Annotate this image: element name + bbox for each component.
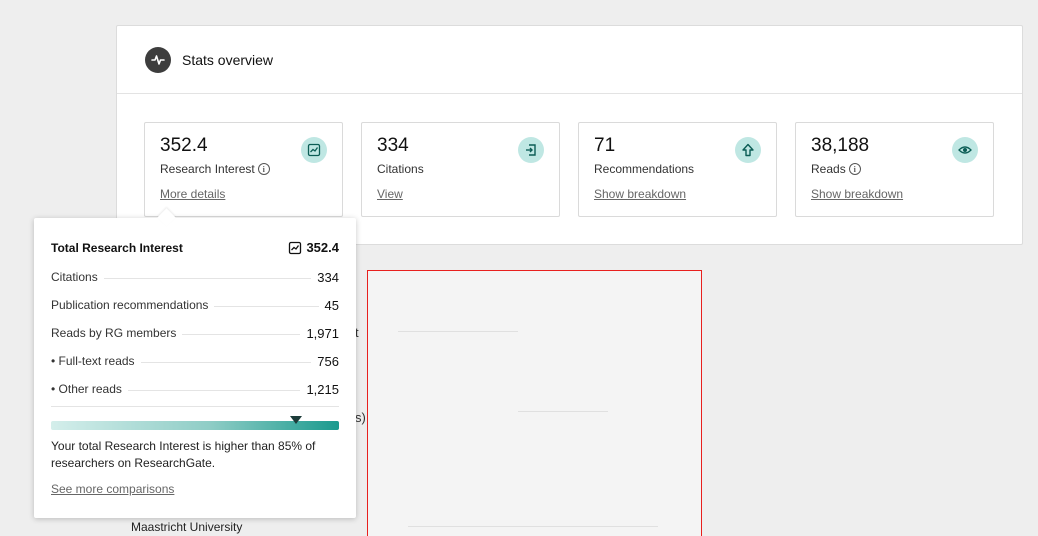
tooltip-row-other-reads: • Other reads 1,215 xyxy=(51,375,339,403)
research-interest-tile: 352.4 Research Interest i More details xyxy=(144,122,343,217)
stats-overview-header: Stats overview xyxy=(117,26,1022,94)
reads-label-text: Reads xyxy=(811,162,846,176)
stats-overview-title: Stats overview xyxy=(182,51,274,68)
citations-label: Citations xyxy=(377,162,424,176)
tooltip-row-recommendations: Publication recommendations 45 xyxy=(51,291,339,319)
affiliation-text: Maastricht University xyxy=(131,520,243,534)
research-interest-icon xyxy=(301,137,327,163)
see-more-comparisons-link[interactable]: See more comparisons xyxy=(51,482,174,496)
info-icon[interactable]: i xyxy=(257,163,270,175)
tooltip-row-label: Reads by RG members xyxy=(51,326,177,340)
research-interest-value: 352.4 xyxy=(160,135,208,156)
tooltip-row-label: • Other reads xyxy=(51,382,122,396)
highlight-box xyxy=(367,270,702,536)
recommendations-value: 71 xyxy=(594,135,616,156)
view-citations-link[interactable]: View xyxy=(377,187,403,201)
citation-icon xyxy=(518,137,544,163)
research-interest-icon xyxy=(289,241,302,254)
reads-tile: 38,188 Reads i Show breakdown xyxy=(795,122,994,217)
recommendations-tile: 71 Recommendations Show breakdown xyxy=(578,122,777,217)
citations-value: 334 xyxy=(377,135,409,156)
tooltip-row-value: 1,215 xyxy=(306,381,339,397)
tooltip-divider xyxy=(51,406,339,407)
tooltip-row-value: 45 xyxy=(324,297,339,313)
citations-tile: 334 Citations View xyxy=(361,122,560,217)
more-details-link[interactable]: More details xyxy=(160,187,225,201)
tooltip-row-reads: Reads by RG members 1,971 xyxy=(51,319,339,347)
activity-pulse-icon xyxy=(145,46,171,73)
tooltip-row-label: Citations xyxy=(51,270,98,284)
research-interest-label: Research Interest i xyxy=(160,162,270,176)
recommendations-breakdown-link[interactable]: Show breakdown xyxy=(594,187,686,201)
tooltip-row-label: • Full-text reads xyxy=(51,354,135,368)
research-interest-label-text: Research Interest xyxy=(160,162,255,176)
eye-icon xyxy=(952,137,978,163)
tooltip-row-value: 756 xyxy=(317,353,339,369)
reads-value: 38,188 xyxy=(811,135,870,156)
tooltip-row-value: 1,971 xyxy=(306,325,339,341)
reads-breakdown-link[interactable]: Show breakdown xyxy=(811,187,903,201)
research-interest-tooltip: Total Research Interest 352.4 Citations … xyxy=(34,218,356,518)
recommendations-label: Recommendations xyxy=(594,162,695,176)
tooltip-title: Total Research Interest xyxy=(51,240,183,255)
arrow-up-icon xyxy=(735,137,761,163)
stats-overview-card: Stats overview 352.4 Research Interest i… xyxy=(116,25,1023,245)
percentile-marker xyxy=(289,416,302,424)
background-text-fragment: s) xyxy=(355,410,366,425)
info-icon[interactable]: i xyxy=(848,163,861,175)
tooltip-total: 352.4 xyxy=(288,240,339,255)
tooltip-total-value: 352.4 xyxy=(306,240,339,255)
tooltip-row-value: 334 xyxy=(317,269,339,285)
percentile-description: Your total Research Interest is higher t… xyxy=(51,439,316,470)
tooltip-row-full-text-reads: • Full-text reads 756 xyxy=(51,347,339,375)
reads-label: Reads i xyxy=(811,162,861,176)
tooltip-row-citations: Citations 334 xyxy=(51,263,339,291)
tooltip-row-label: Publication recommendations xyxy=(51,298,209,312)
